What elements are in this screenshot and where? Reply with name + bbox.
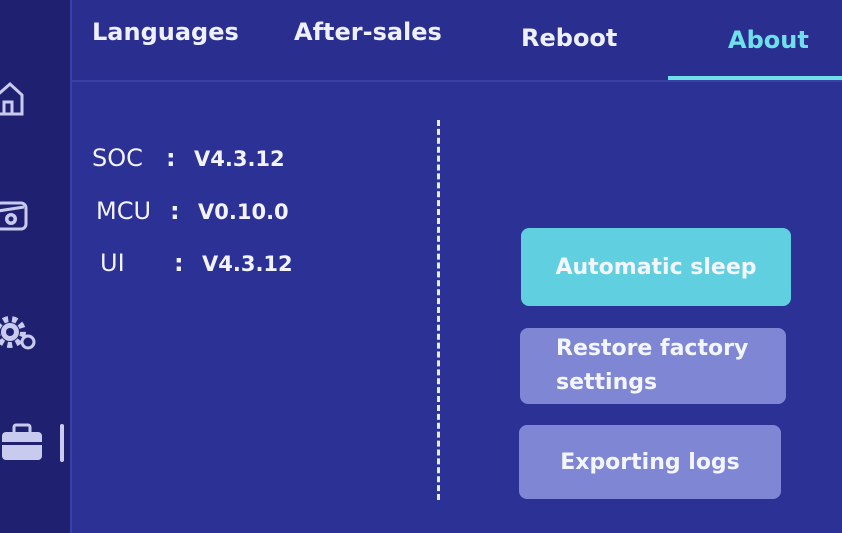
tab-after-sales[interactable]: After-sales xyxy=(294,18,442,46)
export-logs-label: Exporting logs xyxy=(560,449,740,475)
version-value: V0.10.0 xyxy=(198,200,289,224)
restore-factory-label-line1: Restore factory xyxy=(556,336,749,361)
version-label: SOC xyxy=(92,144,143,172)
version-separator: : xyxy=(174,249,184,277)
version-row-mcu: MCU: V0.10.0 xyxy=(96,197,289,225)
active-tab-underline xyxy=(668,76,842,80)
version-label: MCU xyxy=(96,197,152,225)
restore-factory-settings-button[interactable]: Restore factory settings xyxy=(520,328,786,404)
tab-reboot[interactable]: Reboot xyxy=(521,24,617,52)
section-divider xyxy=(437,120,440,500)
version-value: V4.3.12 xyxy=(194,147,285,171)
tab-languages[interactable]: Languages xyxy=(92,18,239,46)
automatic-sleep-button[interactable]: Automatic sleep xyxy=(521,228,791,306)
version-row-ui: UI: V4.3.12 xyxy=(100,249,293,277)
vehicle-icon[interactable] xyxy=(0,195,40,235)
selected-indicator xyxy=(60,424,64,462)
version-separator: : xyxy=(166,144,176,172)
sidebar xyxy=(0,0,72,533)
gear-icon[interactable] xyxy=(0,312,40,352)
export-logs-button[interactable]: Exporting logs xyxy=(519,425,781,499)
restore-factory-label-line2: settings xyxy=(556,370,658,395)
version-separator: : xyxy=(170,197,180,225)
version-value: V4.3.12 xyxy=(202,252,293,276)
tab-about[interactable]: About xyxy=(728,26,809,54)
toolbox-icon[interactable] xyxy=(0,422,42,462)
settings-screen: Languages After-sales Reboot About SOC: V… xyxy=(0,0,842,533)
home-icon[interactable] xyxy=(0,78,40,118)
version-label: UI xyxy=(100,249,125,277)
automatic-sleep-label: Automatic sleep xyxy=(555,254,757,280)
tab-bar: Languages After-sales Reboot About xyxy=(72,0,842,82)
version-row-soc: SOC: V4.3.12 xyxy=(92,144,285,172)
